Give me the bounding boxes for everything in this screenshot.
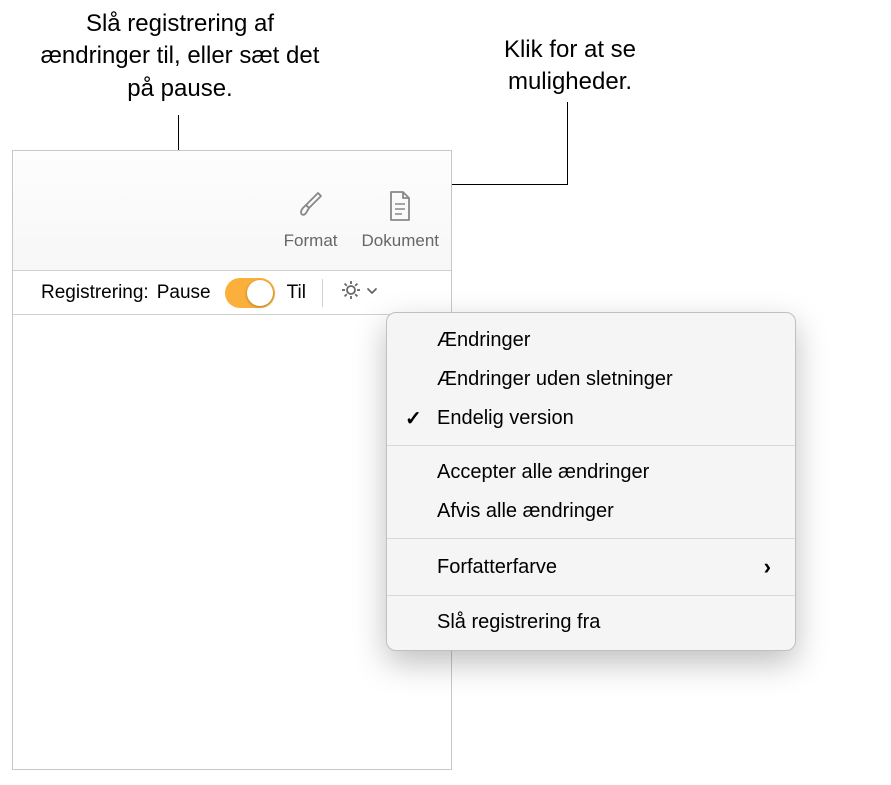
paintbrush-icon bbox=[295, 189, 327, 225]
menu-item-label: Slå registrering fra bbox=[437, 611, 600, 634]
document-button[interactable]: Dokument bbox=[362, 189, 439, 251]
menu-item-accept-all[interactable]: Accepter alle ændringer bbox=[387, 453, 795, 492]
tracking-bar: Registrering: Pause Til bbox=[13, 271, 451, 315]
gear-icon bbox=[339, 278, 363, 308]
menu-item-label: Accepter alle ændringer bbox=[437, 461, 649, 484]
tracking-label: Registrering: bbox=[41, 282, 149, 304]
divider bbox=[322, 279, 323, 307]
chevron-down-icon bbox=[365, 282, 379, 304]
callout-toggle-tracking: Slå registrering af ændringer til, eller… bbox=[40, 8, 320, 105]
tracking-options-menu: Ændringer Ændringer uden sletninger ✓ En… bbox=[386, 312, 796, 651]
document-label: Dokument bbox=[362, 231, 439, 251]
format-button[interactable]: Format bbox=[284, 189, 338, 251]
menu-item-label: Forfatterfarve bbox=[437, 556, 557, 579]
menu-item-changes-without-deletions[interactable]: Ændringer uden sletninger bbox=[387, 360, 795, 399]
callout-options: Klik for at se muligheder. bbox=[470, 34, 670, 99]
menu-separator bbox=[387, 538, 795, 539]
tracking-options-button[interactable] bbox=[339, 278, 379, 308]
chevron-right-icon: › bbox=[764, 554, 771, 580]
menu-item-label: Afvis alle ændringer bbox=[437, 500, 614, 523]
callout-line bbox=[434, 184, 568, 185]
menu-item-label: Endelig version bbox=[437, 407, 574, 430]
tracking-on-label: Til bbox=[287, 282, 306, 304]
tracking-toggle[interactable] bbox=[225, 278, 275, 308]
menu-item-label: Ændringer uden sletninger bbox=[437, 368, 673, 391]
menu-separator bbox=[387, 445, 795, 446]
toggle-knob bbox=[247, 280, 273, 306]
menu-item-author-color[interactable]: Forfatterfarve › bbox=[387, 546, 795, 588]
check-icon: ✓ bbox=[405, 406, 422, 431]
format-label: Format bbox=[284, 231, 338, 251]
toolbar: Format Dokument bbox=[13, 151, 451, 271]
callout-line bbox=[567, 102, 568, 185]
menu-item-changes[interactable]: Ændringer bbox=[387, 321, 795, 360]
menu-item-turn-off-tracking[interactable]: Slå registrering fra bbox=[387, 603, 795, 642]
menu-separator bbox=[387, 595, 795, 596]
document-icon bbox=[384, 189, 416, 225]
menu-item-final-version[interactable]: ✓ Endelig version bbox=[387, 399, 795, 438]
tracking-pause-label: Pause bbox=[157, 282, 211, 304]
menu-item-label: Ændringer bbox=[437, 329, 530, 352]
menu-item-reject-all[interactable]: Afvis alle ændringer bbox=[387, 492, 795, 531]
